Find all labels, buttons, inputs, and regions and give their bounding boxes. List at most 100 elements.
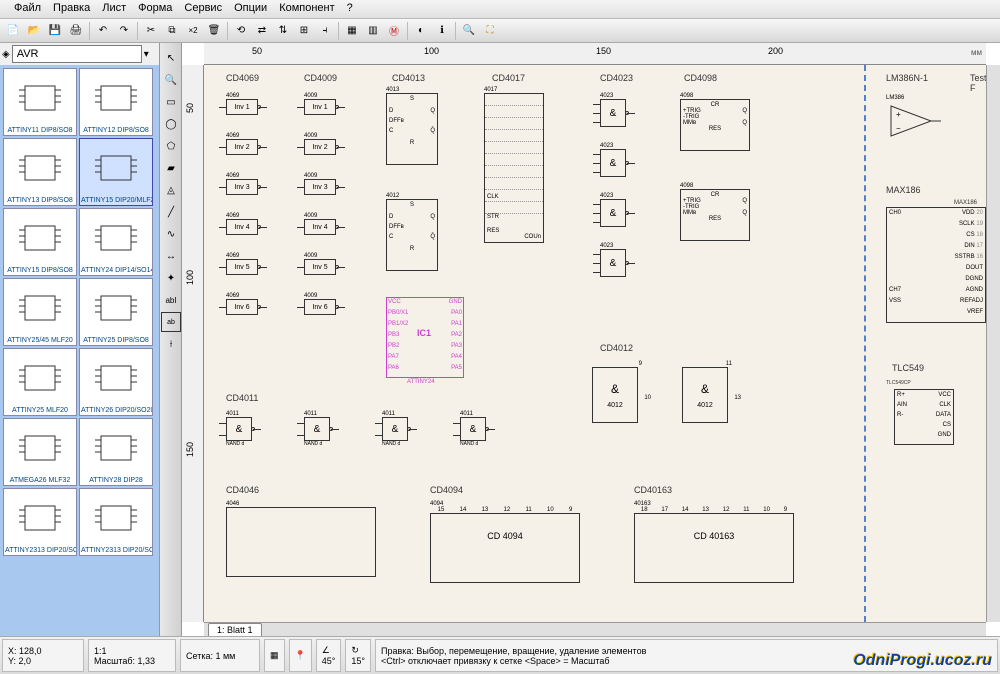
monostable[interactable]: 4098CR+TRIGQ-TRIGMMвQRES — [680, 183, 750, 241]
nand3-gate[interactable]: 4023& — [600, 93, 626, 127]
nand3-gate[interactable]: 4023& — [600, 143, 626, 177]
zoom-fit-icon[interactable]: ⛶ — [480, 21, 500, 41]
tlc549-chip[interactable]: R+VCCAINCLKR-DATACSGND — [894, 389, 954, 445]
circle-icon[interactable]: ◯ — [161, 114, 181, 134]
inverter-gate[interactable]: 4069Inv 5 — [226, 253, 258, 275]
inverter-gate[interactable]: 4069Inv 4 — [226, 213, 258, 235]
zoom-tool-icon[interactable]: 🔍 — [161, 70, 181, 90]
cut-icon[interactable]: ✂ — [141, 21, 161, 41]
nand2-gate[interactable]: 4011&NAND d — [382, 411, 408, 447]
counter[interactable]: 4017CLKSTRRESCOUn — [484, 87, 544, 243]
gallery-item[interactable]: ATTINY25/45 MLF20 — [3, 278, 77, 346]
node-icon[interactable]: ✦ — [161, 268, 181, 288]
poly-icon[interactable]: ⬠ — [161, 136, 181, 156]
gallery-item[interactable]: ATTINY25 MLF20 — [3, 348, 77, 416]
redo-icon[interactable]: ↷ — [114, 21, 134, 41]
max186-chip[interactable]: CH0VDD 20SCLK 19CS 18DIN 17SSTRB 16DOUT … — [886, 207, 986, 323]
gallery-item[interactable]: ATTINY2313 DIP20/SO20 — [79, 488, 153, 556]
nand2-gate[interactable]: 4011&NAND d — [226, 411, 252, 447]
gallery-item[interactable]: ATMEGA26 MLF32 — [3, 418, 77, 486]
flipflop[interactable]: 4013SDQDFFвCQ̄R — [386, 87, 438, 165]
fill-icon[interactable]: ▰ — [161, 158, 181, 178]
inverter-gate[interactable]: 4009Inv 1 — [304, 93, 336, 115]
menu-Правка[interactable]: Правка — [47, 2, 96, 16]
gallery-item[interactable]: ATTINY26 DIP20/SO20 — [79, 348, 153, 416]
flipflop[interactable]: 4012SDQDFFвCQ̄R — [386, 193, 438, 271]
grid-toggle-icon[interactable]: ▦ — [264, 639, 285, 672]
group-icon[interactable]: ▦ — [342, 21, 362, 41]
align-icon[interactable]: ⫞ — [315, 21, 335, 41]
inverter-gate[interactable]: 4009Inv 6 — [304, 293, 336, 315]
dropdown-icon[interactable]: ▾ — [144, 49, 149, 60]
scrollbar-vertical[interactable] — [986, 65, 1000, 622]
menu-?[interactable]: ? — [341, 2, 359, 16]
dimension-icon[interactable]: ↔ — [161, 246, 181, 266]
menu-Форма[interactable]: Форма — [132, 2, 178, 16]
gallery-item[interactable]: ATTINY24 DIP14/SO14 — [79, 208, 153, 276]
gallery-item[interactable]: ATTINY13 DIP8/SO8 — [3, 138, 77, 206]
save-icon[interactable]: 💾 — [45, 21, 65, 41]
menu-Файл[interactable]: Файл — [8, 2, 47, 16]
snap-icon[interactable]: ⊞ — [294, 21, 314, 41]
schematic-sheet[interactable]: CD4069CD4009CD4013CD4017CD4023CD4098LM38… — [204, 65, 986, 622]
nand4-gate[interactable]: 9&401210 — [592, 361, 642, 423]
component-icon[interactable]: Ⓜ — [384, 21, 404, 41]
gallery-item[interactable]: ATTINY15 DIP20/MLF20 — [79, 138, 153, 206]
rect-icon[interactable]: ▭ — [161, 92, 181, 112]
component-gallery[interactable]: ATTINY11 DIP8/SO8ATTINY12 DIP8/SO8ATTINY… — [0, 65, 159, 636]
inverter-gate[interactable]: 4069Inv 1 — [226, 93, 258, 115]
line-icon[interactable]: ╱ — [161, 202, 181, 222]
info-icon[interactable]: ℹ — [432, 21, 452, 41]
print-icon[interactable]: 🖨 — [66, 21, 86, 41]
nand4-gate[interactable]: 11&401213 — [682, 361, 732, 423]
nand2-gate[interactable]: 4011&NAND d — [304, 411, 330, 447]
transparency-icon[interactable]: ◐ — [411, 21, 431, 41]
gallery-item[interactable]: ATTINY2313 DIP20/SO20 — [3, 488, 77, 556]
mirror-v-icon[interactable]: ⇅ — [273, 21, 293, 41]
rotation-box[interactable]: ↻ 15° — [345, 639, 371, 672]
inverter-gate[interactable]: 4009Inv 2 — [304, 133, 336, 155]
special-icon[interactable]: ◬ — [161, 180, 181, 200]
pointer-icon[interactable]: ↖ — [161, 48, 181, 68]
gallery-item[interactable]: ATTINY12 DIP8/SO8 — [79, 68, 153, 136]
opamp[interactable]: LM386+− — [886, 95, 946, 144]
big-chip[interactable]: 4046 — [226, 501, 376, 577]
tile-icon[interactable]: ▥ — [363, 21, 383, 41]
inverter-gate[interactable]: 4009Inv 3 — [304, 173, 336, 195]
open-icon[interactable]: 📂 — [24, 21, 44, 41]
menu-Компонент[interactable]: Компонент — [273, 2, 340, 16]
inverter-gate[interactable]: 4009Inv 4 — [304, 213, 336, 235]
inverter-gate[interactable]: 4009Inv 5 — [304, 253, 336, 275]
ic1-selected[interactable]: VCCGNDPB0/X1PA0PB1/X2PA1PB3PA2PB2PA3PA7P… — [386, 297, 464, 378]
textframe-icon[interactable]: ab — [161, 312, 181, 332]
menu-Лист[interactable]: Лист — [96, 2, 132, 16]
inverter-gate[interactable]: 4069Inv 6 — [226, 293, 258, 315]
nand2-gate[interactable]: 4011&NAND d — [460, 411, 486, 447]
inverter-gate[interactable]: 4069Inv 3 — [226, 173, 258, 195]
gallery-item[interactable]: ATTINY28 DIP28 — [79, 418, 153, 486]
nand3-gate[interactable]: 4023& — [600, 193, 626, 227]
paste-icon[interactable]: ×2 — [183, 21, 203, 41]
pin-icon[interactable]: 📍 — [289, 639, 312, 672]
mirror-h-icon[interactable]: ⇄ — [252, 21, 272, 41]
measure-icon[interactable]: ⟊ — [161, 334, 181, 354]
undo-icon[interactable]: ↶ — [93, 21, 113, 41]
nand3-gate[interactable]: 4023& — [600, 243, 626, 277]
copy-icon[interactable]: ⧉ — [162, 21, 182, 41]
new-icon[interactable]: 📄 — [3, 21, 23, 41]
gallery-item[interactable]: ATTINY11 DIP8/SO8 — [3, 68, 77, 136]
gallery-item[interactable]: ATTINY15 DIP8/SO8 — [3, 208, 77, 276]
angle-box[interactable]: ∠ 45° — [316, 639, 342, 672]
monostable[interactable]: 4098CR+TRIGQ-TRIGMMвQRES — [680, 93, 750, 151]
bezier-icon[interactable]: ∿ — [161, 224, 181, 244]
rotate-icon[interactable]: ⟲ — [231, 21, 251, 41]
inverter-gate[interactable]: 4069Inv 2 — [226, 133, 258, 155]
menu-Опции[interactable]: Опции — [228, 2, 273, 16]
sheet-tab[interactable]: 1: Blatt 1 — [208, 623, 262, 637]
layer-icon[interactable]: ◈ — [2, 49, 10, 60]
text-icon[interactable]: abI — [161, 290, 181, 310]
big-chip[interactable]: 40941514131211109CD 4094 — [430, 501, 580, 583]
library-combo[interactable] — [12, 45, 142, 63]
gallery-item[interactable]: ATTINY25 DIP8/SO8 — [79, 278, 153, 346]
zoom-icon[interactable]: 🔍 — [459, 21, 479, 41]
